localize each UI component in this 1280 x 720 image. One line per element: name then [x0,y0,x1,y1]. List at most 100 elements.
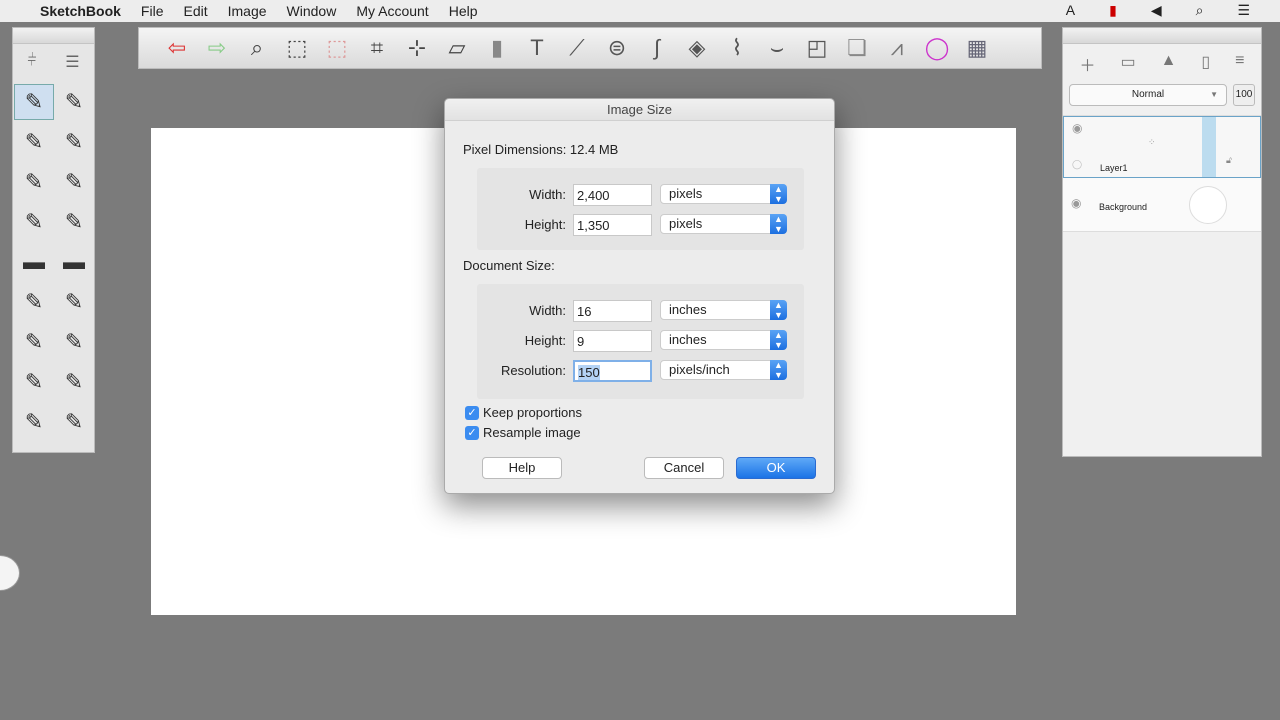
copy-paste-icon[interactable]: ❏ [839,32,875,64]
zoom-icon[interactable]: ⌕ [239,32,275,64]
text-icon[interactable]: T [519,32,555,64]
unit-value: inches [669,302,707,317]
unit-value: pixels [669,186,703,201]
pencil-2-brush-icon[interactable]: ✎ [54,84,94,120]
paint-brush-brush-icon[interactable]: ✎ [14,284,54,320]
shape-icon[interactable]: ◰ [799,32,835,64]
resolution-label: Resolution: [500,363,566,378]
add-layer-icon[interactable]: ＋ [1079,52,1095,76]
fine-brush-brush-icon[interactable]: ✎ [14,404,54,440]
add-image-icon[interactable]: ▲ [1161,52,1177,76]
document-size-label: Document Size: [463,258,555,273]
color-wheel-icon[interactable]: ◯ [919,32,955,64]
eraser-brush-icon[interactable]: ▬ [14,244,54,280]
resample-image-checkbox[interactable]: ✓ Resample image [465,425,581,440]
help-button[interactable]: Help [482,457,562,479]
stepper-arrows-icon: ▲ ▼ [770,214,787,234]
ink-brush-brush-icon[interactable]: ✎ [54,364,94,400]
doc-width-unit-select[interactable]: inches ▲ ▼ [660,300,787,320]
distort-icon[interactable]: ▱ [439,32,475,64]
resolution-unit-select[interactable]: pixels/inch ▲ ▼ [660,360,787,380]
pixel-width-input[interactable]: 2,400 [573,184,652,206]
menu-window[interactable]: Window [287,3,337,19]
transform-icon[interactable]: ⊹ [399,32,435,64]
brush-list-icon[interactable]: ☰ [65,52,79,72]
menu-help[interactable]: Help [449,3,478,19]
resolution-input[interactable]: 150 [573,360,652,382]
pixel-height-unit-select[interactable]: pixels ▲ ▼ [660,214,787,234]
flat-brush-brush-icon[interactable]: ✎ [54,284,94,320]
ruler-icon[interactable]: ⟋ [559,32,595,64]
brush-library-icon[interactable]: ⩘ [879,32,915,64]
stepper-arrows-icon: ▲ ▼ [770,330,787,350]
symmetry-icon[interactable]: ⌇ [719,32,755,64]
menu-file[interactable]: File [141,3,164,19]
pixel-height-input[interactable]: 1,350 [573,214,652,236]
felt-tip-brush-icon[interactable]: ✎ [14,204,54,240]
recording-icon[interactable]: ▮ [1109,2,1117,19]
fill-bucket-icon[interactable]: ▮ [479,32,515,64]
color-puck[interactable] [0,555,20,591]
background-color-swatch[interactable] [1189,186,1227,224]
menu-my-account[interactable]: My Account [356,3,428,19]
select-icon[interactable]: ⬚ [279,32,315,64]
add-group-icon[interactable]: ▭ [1120,52,1135,76]
layer-opacity-slider[interactable] [1202,117,1216,177]
hard-eraser-brush-icon[interactable]: ▬ [54,244,94,280]
layer-menu-icon[interactable]: ≡ [1235,52,1244,76]
perspective-icon[interactable]: ◈ [679,32,715,64]
menu-image[interactable]: Image [228,3,267,19]
keep-proportions-checkbox[interactable]: ✓ Keep proportions [465,405,582,420]
line-icon[interactable]: ⌣ [759,32,795,64]
technical-pen-brush-icon[interactable]: ✎ [54,204,94,240]
ok-button[interactable]: OK [736,457,816,479]
pencil-brush-icon[interactable]: ✎ [14,84,54,120]
layer-lock-icon[interactable]: 🔓︎ [1226,155,1232,166]
blender-brush-icon[interactable]: ✎ [54,324,94,360]
spotlight-icon[interactable]: ⌕ [1196,2,1204,19]
image-size-dialog: Image Size Pixel Dimensions: 12.4 MB Wid… [444,98,835,494]
lasso-clear-icon[interactable]: ⬚ [319,32,355,64]
menu-edit[interactable]: Edit [183,3,207,19]
doc-height-label: Height: [524,333,566,348]
resolution-value: 150 [578,365,600,380]
volume-icon[interactable]: ◀ [1151,2,1162,19]
layer-item[interactable]: ◉ Background [1063,178,1261,232]
cancel-button[interactable]: Cancel [644,457,724,479]
french-curve-icon[interactable]: ∫ [639,32,675,64]
pixel-width-label: Width: [529,187,566,202]
ellipse-guide-icon[interactable]: ⊜ [599,32,635,64]
layer-item[interactable]: ◉ ⁘ ◯ Layer1 🔓︎ [1063,116,1261,178]
fountain-pen-brush-icon[interactable]: ✎ [54,164,94,200]
adobe-icon[interactable]: A [1066,2,1075,19]
chisel-brush-icon[interactable]: ✎ [14,364,54,400]
blend-mode-value: Normal [1131,89,1165,100]
layer-mask-icon[interactable]: ▯ [1201,52,1210,76]
pixel-width-unit-select[interactable]: pixels ▲ ▼ [660,184,787,204]
crop-icon[interactable]: ⌗ [359,32,395,64]
notification-icon[interactable]: ☰ [1237,2,1250,19]
main-toolbar: ⇦ ⇨ ⌕ ⬚ ⬚ ⌗ ⊹ ▱ ▮ T ⟋ ⊜ ∫ ◈ ⌇ ⌣ ◰ ❏ ⩘ ◯ ▦ [138,27,1042,69]
menu-app[interactable]: SketchBook [40,3,121,19]
unit-value: pixels/inch [669,362,730,377]
visibility-eye-icon[interactable]: ◉ [1072,121,1082,135]
doc-height-unit-select[interactable]: inches ▲ ▼ [660,330,787,350]
brush-properties-icon[interactable]: ⫩ [27,52,36,72]
ink-pen-brush-icon[interactable]: ✎ [54,124,94,160]
checkmark-icon: ✓ [465,425,479,440]
redo-icon[interactable]: ⇨ [199,32,235,64]
smudge-brush-icon[interactable]: ✎ [14,324,54,360]
undo-icon[interactable]: ⇦ [159,32,195,64]
unit-value: pixels [669,216,703,231]
texture-brush-brush-icon[interactable]: ✎ [54,404,94,440]
doc-height-input[interactable]: 9 [573,330,652,352]
visibility-eye-icon[interactable]: ◉ [1071,196,1081,210]
keep-proportions-label: Keep proportions [483,405,583,420]
doc-width-input[interactable]: 16 [573,300,652,322]
layer-radio-icon[interactable]: ◯ [1072,159,1082,170]
palette-icon[interactable]: ▦ [959,32,995,64]
opacity-button[interactable]: 100 [1233,84,1255,106]
blend-mode-select[interactable]: Normal ▼ [1069,84,1227,106]
airbrush-brush-icon[interactable]: ✎ [14,164,54,200]
marker-brush-icon[interactable]: ✎ [14,124,54,160]
